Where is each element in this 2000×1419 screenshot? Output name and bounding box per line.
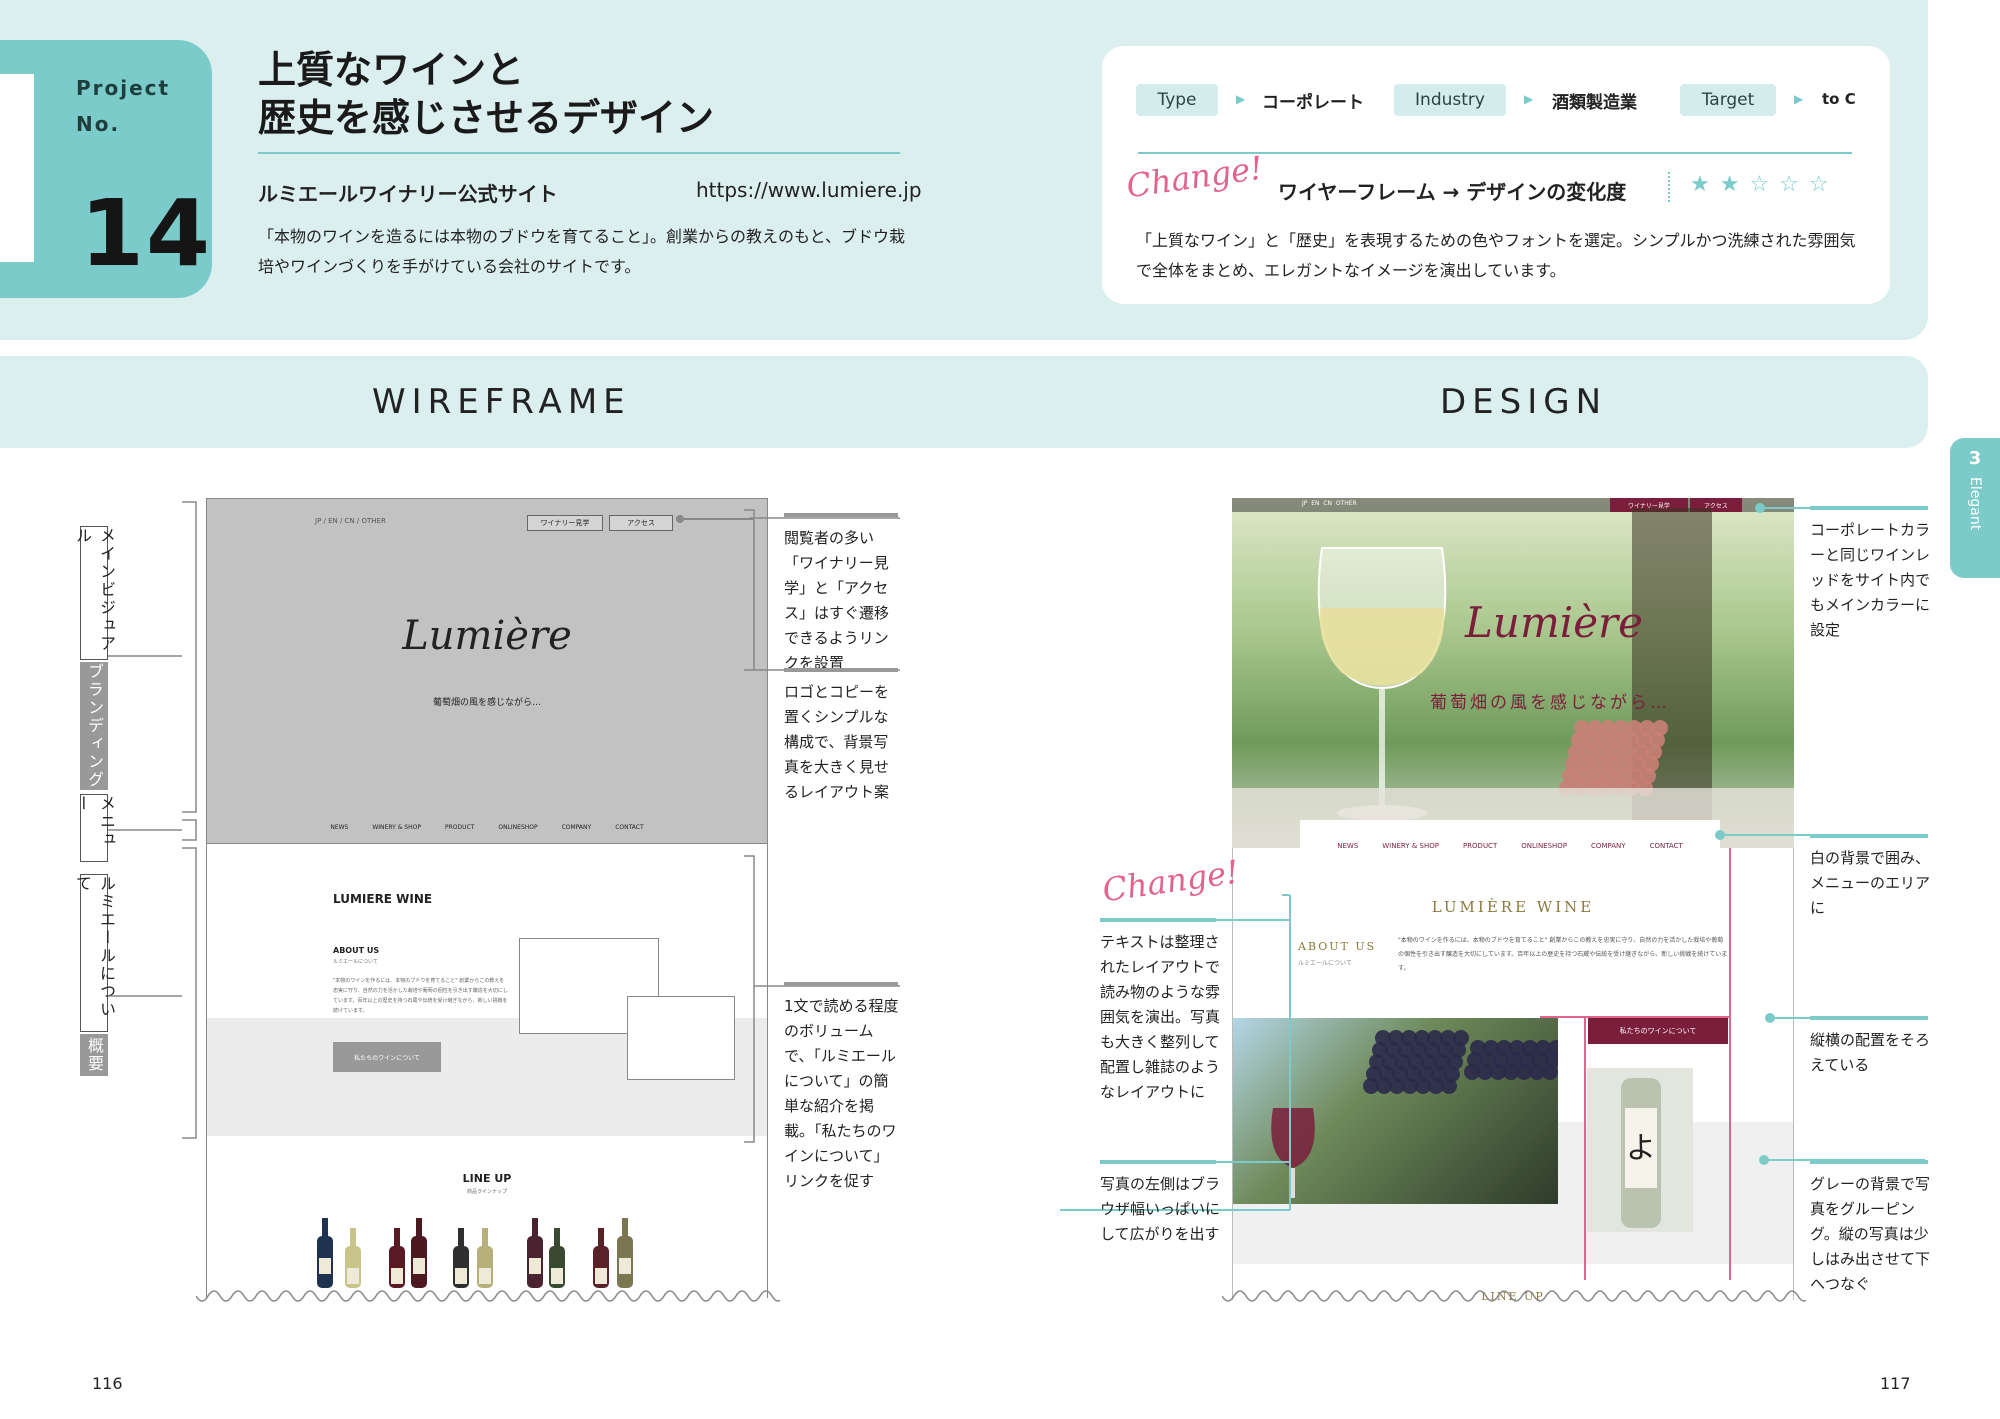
- page-number-left: 116: [92, 1374, 123, 1393]
- tag-type-label: Type: [1136, 84, 1218, 116]
- page-number-right: 117: [1880, 1374, 1911, 1393]
- wf-nav-company[interactable]: COMPANY: [562, 824, 592, 831]
- design-heading: DESIGN: [1440, 382, 1608, 422]
- design-annotation-4: グレーの背景で写真をグルーピング。縦の写真は少しはみ出させて下へつなぐ: [1810, 1175, 1931, 1293]
- title-rule: [258, 152, 900, 154]
- wireframe-image-box: [627, 996, 735, 1080]
- label-summary: 概要: [80, 1034, 108, 1076]
- site-name: ルミエールワイナリー公式サイト: [258, 182, 558, 206]
- annotation-dot: [676, 515, 684, 523]
- design-annotation-1: コーポレートカラーと同じワインレッドをサイト内でもメインカラーに設定: [1810, 521, 1931, 639]
- wf-nav-contact[interactable]: CONTACT: [615, 824, 643, 831]
- wireframe-lineup-sub: 商品ラインナップ: [466, 1189, 507, 1195]
- annotation-bar: [784, 982, 898, 986]
- wireframe-annotation-2: ロゴとコピーを置くシンプルな構成で、背景写真を大きく見せるレイアウト案: [784, 683, 890, 801]
- label-about: ルミエールについて: [73, 874, 116, 1032]
- annotation-bar: [1810, 1160, 1928, 1164]
- wireframe-winery-button[interactable]: ワイナリー見学: [527, 515, 603, 531]
- label-menu: メニュー: [73, 794, 116, 862]
- tag-type-value: コーポレート: [1262, 93, 1364, 113]
- site-url[interactable]: https://www.lumiere.jp: [696, 178, 922, 202]
- change-degree-label: ワイヤーフレーム → デザインの変化度: [1278, 180, 1627, 204]
- tag-industry-value: 酒類製造業: [1552, 93, 1637, 113]
- wireframe-annotation-1: 閲覧者の多い「ワイナリー見学」と「アクセス」はすぐ遷移できるようリンクを設置: [784, 529, 890, 672]
- wireframe-heading: WIREFRAME: [372, 382, 631, 422]
- tag-arrow-icon: ▶: [1794, 92, 1804, 106]
- wireframe-about-text: "本物のワインを作るには、本物のブドウを育てること" 創業からこの教えを忠実に守…: [333, 978, 508, 1014]
- annotation-bar: [784, 668, 898, 672]
- annotation-bar: [1100, 1160, 1216, 1164]
- label-branding: ブランディング: [80, 662, 108, 790]
- wireframe-about-title: ABOUT US: [333, 946, 380, 955]
- tag-target-value: to C: [1822, 90, 1856, 108]
- chapter-number: 3: [1968, 448, 1982, 469]
- annotation-line: [684, 518, 754, 520]
- design-annotation-3: 縦横の配置をそろえている: [1810, 1031, 1931, 1074]
- tag-arrow-icon: ▶: [1236, 92, 1246, 106]
- label-main-visual: メインビジュアル: [73, 526, 116, 660]
- wf-nav-product[interactable]: PRODUCT: [445, 824, 474, 831]
- wireframe-access-button[interactable]: アクセス: [609, 515, 673, 531]
- design-annotation-2: 白の背景で囲み、メニューのエリアに: [1810, 849, 1931, 917]
- design-annotation-left-2: 写真の左側はブラウザ幅いっぱいにして広がりを出す: [1100, 1175, 1221, 1243]
- wf-nav-winery[interactable]: WINERY & SHOP: [372, 824, 421, 831]
- wireframe-about-button[interactable]: 私たちのワインについて: [333, 1042, 441, 1072]
- wireframe-copy: 葡萄畑の風を感じながら…: [432, 698, 541, 708]
- wireframe-heading: LUMIERE WINE: [333, 892, 433, 906]
- wavy-edge: [196, 1290, 780, 1302]
- tag-industry-label: Industry: [1394, 84, 1506, 116]
- wireframe-language-links[interactable]: JP / EN / CN / OTHER: [315, 517, 386, 525]
- design-annotation-left-1: テキストは整理されたレイアウトで読み物のような雰囲気を演出。写真も大きく整列して…: [1100, 933, 1221, 1101]
- annotation-bar: [1810, 1016, 1928, 1020]
- wireframe-logo: Lumière: [402, 613, 572, 659]
- annotation-bar: [1810, 834, 1928, 838]
- chapter-tab[interactable]: 3 Elegant: [1950, 438, 2000, 578]
- chapter-label: Elegant: [1967, 477, 1983, 531]
- wf-nav-news[interactable]: NEWS: [330, 824, 348, 831]
- wireframe-lineup: LINE UP: [462, 1172, 512, 1185]
- change-description: 「上質なワイン」と「歴史」を表現するための色やフォントを選定。シンプルかつ洗練さ…: [1136, 231, 1856, 280]
- section-band: [0, 356, 1928, 448]
- wf-nav-onlineshop[interactable]: ONLINESHOP: [498, 824, 537, 831]
- annotation-bar: [784, 513, 898, 517]
- annotation-bar: [1100, 918, 1216, 922]
- wireframe-nav[interactable]: NEWS WINERY & SHOP PRODUCT ONLINESHOP COMPAN…: [207, 824, 767, 831]
- wireframe-body: LUMIERE WINE ABOUT US ルミエールについて "本物のワインを…: [206, 844, 768, 1298]
- wireframe-annotation-3: 1文で読める程度のボリュームで、「ルミエールについて」の簡単な紹介を掲載。「私た…: [784, 997, 899, 1190]
- tag-target-label: Target: [1680, 84, 1776, 116]
- page-title: 上質なワインと 歴史を感じさせるデザイン: [258, 48, 715, 140]
- divider: [1668, 172, 1670, 202]
- annotation-bar: [1810, 506, 1928, 510]
- wireframe-hero: JP / EN / CN / OTHER ワイナリー見学 アクセス Lumièr…: [206, 498, 768, 844]
- wireframe-brackets: [108, 501, 197, 1139]
- project-label: Project No.: [76, 76, 171, 136]
- change-stars: ★★☆☆☆: [1690, 172, 1839, 197]
- wireframe-about-sub: ルミエールについて: [333, 959, 378, 965]
- project-description: 「本物のワインを造るには本物のブドウを育てること」。創業からの教えのもと、ブドウ…: [258, 227, 906, 276]
- project-number-tab: [0, 74, 34, 262]
- tag-arrow-icon: ▶: [1524, 92, 1534, 106]
- project-number: 14: [80, 180, 213, 287]
- wireframe-bottles: [317, 1218, 633, 1288]
- wavy-edge: [1222, 1290, 1806, 1302]
